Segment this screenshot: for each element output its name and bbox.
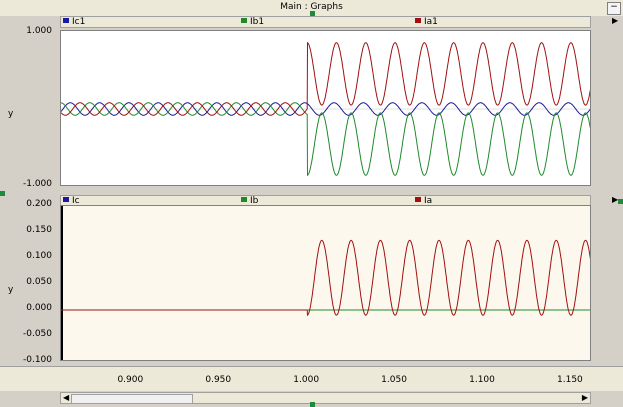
legend-swatch (415, 18, 421, 23)
resize-handle[interactable] (618, 199, 623, 204)
resize-handle[interactable] (310, 11, 315, 16)
legend-label: Ic1 (72, 17, 86, 27)
x-tick-label: 1.000 (293, 375, 320, 385)
arrow-right-icon[interactable]: ▶ (582, 393, 588, 402)
y-tick-label: 0.200 (26, 199, 52, 209)
x-tick-label: 1.050 (381, 375, 407, 385)
x-tick-label: 1.150 (557, 375, 583, 385)
legend-swatch (241, 18, 247, 23)
panel-menu-icon[interactable]: ▶ (612, 16, 618, 25)
scroll-thumb[interactable] (71, 394, 193, 404)
y-axis-label: y (8, 109, 14, 119)
y-tick-label: 0.000 (26, 303, 52, 313)
graph-panel-2: Ic Ib Ia ▶ 0.200 0.150 0.100 0.050 0.000 -0.0… (0, 195, 623, 365)
series-ia1 (61, 41, 590, 116)
y-tick-label: -0.050 (22, 329, 52, 339)
legend-swatch (415, 197, 421, 202)
legend-swatch (63, 18, 69, 23)
x-axis-bar: 0.900 0.950 1.000 1.050 1.100 1.150 (0, 366, 623, 391)
y-tick-label: -1.000 (22, 179, 52, 189)
series-ia (61, 239, 590, 317)
horizontal-scrollbar[interactable]: ◀ ▶ (60, 392, 591, 404)
plot-area-1[interactable] (60, 30, 591, 186)
legend-item-ib1[interactable]: Ib1 (241, 17, 264, 28)
y-tick-label: 0.150 (26, 225, 52, 235)
resize-handle[interactable] (0, 191, 5, 196)
legend-label: Ia1 (424, 17, 438, 27)
legend-label: Ib1 (250, 17, 265, 27)
legend-swatch (241, 197, 247, 202)
y-axis-label: y (8, 285, 14, 295)
x-tick-label: 1.100 (469, 375, 495, 385)
minimize-button[interactable]: − (607, 2, 621, 15)
x-tick-label: 0.950 (205, 375, 232, 385)
resize-handle[interactable] (310, 402, 315, 407)
plot-area-2[interactable] (60, 205, 591, 361)
legend-item-ic1[interactable]: Ic1 (63, 17, 85, 28)
y-tick-label: 0.100 (26, 251, 52, 261)
legend-item-ia1[interactable]: Ia1 (415, 17, 438, 28)
arrow-left-icon[interactable]: ◀ (63, 393, 69, 402)
y-tick-label: 1.000 (26, 26, 52, 36)
legend-swatch (63, 197, 69, 202)
x-tick-label: 0.900 (117, 375, 144, 385)
graph-panel-1: Ic1 Ib1 Ia1 ▶ 1.000 -1.000 y (0, 16, 623, 194)
y-tick-label: -0.100 (22, 355, 52, 365)
legend-bar-1: Ic1 Ib1 Ia1 (60, 16, 591, 28)
